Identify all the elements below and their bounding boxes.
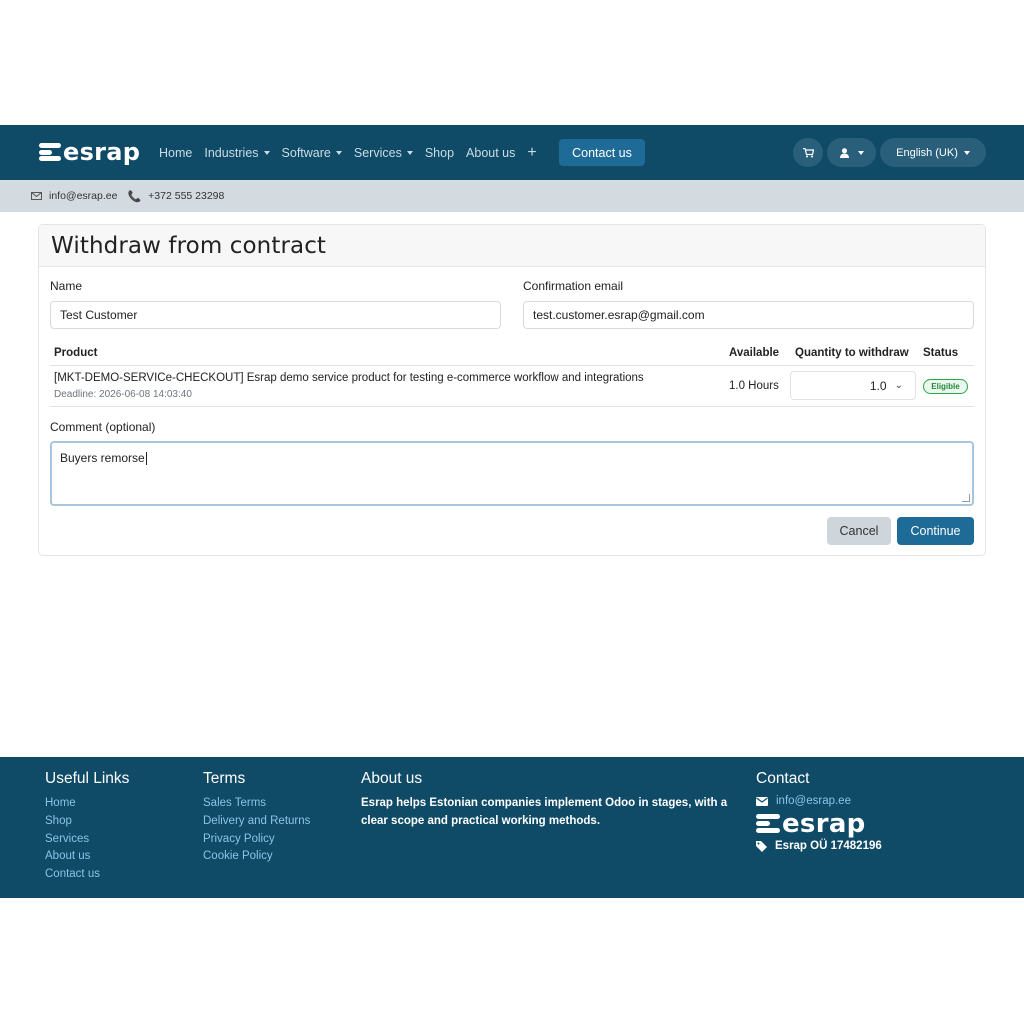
- footer-link-sales-terms[interactable]: Sales Terms: [203, 795, 310, 813]
- logo-mark-icon: [756, 814, 780, 834]
- site-footer: Useful Links Home Shop Services About us…: [0, 757, 1024, 898]
- footer-contact: Contact info@esrap.ee esrap Esrap OÜ 174…: [756, 770, 882, 852]
- footer-email[interactable]: info@esrap.ee: [756, 795, 882, 807]
- tag-icon: [756, 840, 767, 852]
- cancel-button[interactable]: Cancel: [827, 517, 891, 545]
- caret-down-icon: [857, 150, 864, 155]
- language-label: English (UK): [896, 146, 958, 159]
- confirmation-email-label: Confirmation email: [523, 279, 624, 293]
- footer-about: About us Esrap helps Estonian companies …: [361, 770, 741, 831]
- footer-esrap-logo: esrap: [756, 809, 882, 839]
- name-field[interactable]: Test Customer: [50, 301, 501, 329]
- name-label: Name: [50, 279, 83, 293]
- nav-services[interactable]: Services: [354, 146, 413, 160]
- footer-heading-contact: Contact: [756, 770, 810, 787]
- footer-link-services[interactable]: Services: [45, 831, 129, 849]
- phone-icon: 📞: [127, 190, 142, 203]
- nav-industries[interactable]: Industries: [204, 146, 270, 160]
- card-header: Withdraw from contract: [39, 225, 985, 267]
- comment-value: Buyers remorse: [60, 451, 145, 465]
- product-deadline: Deadline: 2026-06-08 14:03:40: [54, 389, 192, 400]
- quantity-select[interactable]: 1.0 ⌄: [790, 371, 916, 400]
- product-name: [MKT-DEMO-SERVICe-CHECKOUT] Esrap demo s…: [54, 372, 644, 384]
- top-navbar: esrap Home Industries Software Services …: [0, 125, 1024, 180]
- footer-link-about-us[interactable]: About us: [45, 848, 129, 866]
- comment-textarea[interactable]: Buyers remorse: [50, 441, 974, 506]
- footer-logo-text: esrap: [782, 809, 866, 839]
- status-badge: Eligible: [923, 379, 968, 394]
- nav-shop[interactable]: Shop: [425, 146, 454, 160]
- language-selector[interactable]: English (UK): [880, 138, 986, 167]
- cart-icon: [802, 147, 814, 157]
- th-quantity: Quantity to withdraw: [795, 347, 909, 359]
- name-value: Test Customer: [60, 308, 138, 322]
- comment-label: Comment (optional): [50, 420, 156, 434]
- caret-down-icon: [335, 150, 342, 155]
- footer-terms: Terms Sales Terms Delivery and Returns P…: [203, 770, 310, 866]
- footer-heading-useful-links: Useful Links: [45, 770, 130, 787]
- footer-link-privacy-policy[interactable]: Privacy Policy: [203, 831, 310, 849]
- footer-company: Esrap OÜ 17482196: [756, 840, 882, 852]
- contact-info-bar: info@esrap.ee 📞 +372 555 23298: [0, 180, 1024, 212]
- envelope-icon: [756, 796, 768, 806]
- user-menu-button[interactable]: [827, 138, 876, 167]
- confirmation-email-field[interactable]: test.customer.esrap@gmail.com: [523, 301, 974, 329]
- quantity-value: 1.0: [869, 378, 887, 393]
- footer-link-delivery-returns[interactable]: Delivery and Returns: [203, 813, 310, 831]
- th-status: Status: [923, 347, 959, 359]
- footer-useful-links: Useful Links Home Shop Services About us…: [45, 770, 129, 884]
- th-available: Available: [729, 347, 780, 359]
- footer-link-home[interactable]: Home: [45, 795, 129, 813]
- footer-link-cookie-policy[interactable]: Cookie Policy: [203, 848, 310, 866]
- cart-button[interactable]: [793, 138, 823, 167]
- text-cursor: [145, 452, 147, 466]
- footer-heading-terms: Terms: [203, 770, 246, 787]
- envelope-icon: [31, 192, 42, 200]
- th-product: Product: [54, 347, 98, 359]
- subbar-phone-text: +372 555 23298: [148, 190, 225, 202]
- chevron-down-icon: ⌄: [894, 380, 903, 391]
- available-value: 1.0 Hours: [729, 380, 779, 392]
- nav-more-plus-icon[interactable]: +: [527, 144, 536, 162]
- footer-link-contact-us[interactable]: Contact us: [45, 866, 129, 884]
- subbar-email[interactable]: info@esrap.ee: [31, 190, 117, 202]
- nav-home[interactable]: Home: [159, 146, 192, 160]
- nav-software[interactable]: Software: [282, 146, 342, 160]
- table-row-divider: [50, 406, 974, 407]
- caret-down-icon: [263, 150, 270, 155]
- footer-about-text: Esrap helps Estonian companies implement…: [361, 797, 728, 827]
- footer-heading-about: About us: [361, 770, 423, 787]
- user-icon: [839, 147, 849, 158]
- contact-us-button[interactable]: Contact us: [559, 139, 645, 166]
- caret-down-icon: [963, 150, 970, 155]
- confirmation-email-value: test.customer.esrap@gmail.com: [533, 308, 705, 322]
- page-title: Withdraw from contract: [51, 232, 327, 259]
- logo-mark-icon: [39, 143, 61, 161]
- esrap-logo[interactable]: esrap: [39, 140, 140, 164]
- resize-handle-icon[interactable]: [962, 494, 970, 502]
- withdraw-form-card: Withdraw from contract Name Test Custome…: [38, 224, 986, 556]
- table-header-divider: [50, 365, 974, 366]
- caret-down-icon: [406, 150, 413, 155]
- footer-company-text: Esrap OÜ 17482196: [775, 840, 882, 852]
- footer-link-shop[interactable]: Shop: [45, 813, 129, 831]
- nav-about-us[interactable]: About us: [466, 146, 515, 160]
- footer-email-text: info@esrap.ee: [776, 795, 851, 807]
- logo-text: esrap: [63, 138, 141, 166]
- subbar-email-text: info@esrap.ee: [49, 190, 118, 202]
- subbar-phone[interactable]: 📞 +372 555 23298: [127, 190, 224, 203]
- main-nav: Home Industries Software Services Shop A…: [159, 125, 549, 180]
- continue-button[interactable]: Continue: [897, 517, 974, 545]
